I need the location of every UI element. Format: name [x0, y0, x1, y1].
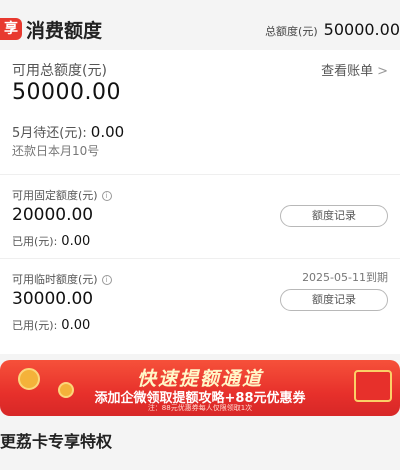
temporary-used-label: 已用(元): — [12, 319, 58, 332]
chevron-right-icon: > — [377, 64, 388, 79]
temporary-limit-label: 可用临时额度(元) — [12, 273, 98, 286]
temporary-limit-value: 30000.00 — [12, 289, 94, 309]
temporary-limit-card: 可用临时额度(元) i 2025-05-11到期 30000.00 额度记录 已用… — [0, 258, 400, 354]
due-label: 5月待还(元): — [12, 126, 87, 141]
info-icon[interactable]: i — [101, 275, 112, 285]
available-limit-card: 可用总额度(元) 查看账单 > 50000.00 5月待还(元): 0.00 还款日… — [0, 50, 400, 174]
temporary-used-row: 已用(元): 0.00 — [12, 317, 90, 333]
app-logo: 享 — [0, 18, 22, 40]
privileges-title: 更荔卡专享特权 — [0, 432, 113, 451]
header: 享 消费额度 总额度(元) 50000.00 — [0, 0, 400, 52]
promo-banner[interactable]: 快速提额通道 添加企微领取提额攻略+88元优惠券 注：88元优惠券每人仅限领取1… — [0, 360, 400, 416]
repay-day: 还款日本月10号 — [12, 144, 100, 158]
fixed-limit-value: 20000.00 — [12, 205, 94, 225]
due-row: 5月待还(元): 0.00 — [12, 122, 124, 141]
view-bill-link[interactable]: 查看账单 > — [321, 60, 388, 79]
fixed-record-button[interactable]: 额度记录 — [280, 205, 388, 227]
total-limit-value: 50000.00 — [323, 20, 400, 39]
fixed-used-row: 已用(元): 0.00 — [12, 233, 90, 249]
temporary-record-button[interactable]: 额度记录 — [280, 289, 388, 311]
page-title: 消费额度 — [26, 20, 103, 42]
due-value: 0.00 — [90, 123, 125, 141]
total-limit-label: 总额度(元) — [265, 25, 318, 38]
fixed-limit-card: 可用固定额度(元) i 20000.00 额度记录 已用(元): 0.00 — [0, 174, 400, 258]
total-limit: 总额度(元) 50000.00 — [265, 20, 400, 39]
fixed-limit-label-row: 可用固定额度(元) i — [12, 187, 112, 203]
temporary-used-value: 0.00 — [61, 318, 91, 333]
available-limit-value: 50000.00 — [12, 80, 121, 105]
fixed-used-value: 0.00 — [61, 234, 91, 249]
info-icon[interactable]: i — [101, 191, 112, 201]
temporary-limit-label-row: 可用临时额度(元) i — [12, 271, 112, 287]
temporary-expire-date: 2025-05-11到期 — [302, 271, 388, 284]
view-bill-label: 查看账单 — [321, 64, 374, 79]
available-limit-label: 可用总额度(元) — [12, 63, 107, 79]
banner-note: 注：88元优惠券每人仅限领取1次 — [147, 404, 253, 412]
fixed-used-label: 已用(元): — [12, 235, 58, 248]
fixed-limit-label: 可用固定额度(元) — [12, 189, 98, 202]
